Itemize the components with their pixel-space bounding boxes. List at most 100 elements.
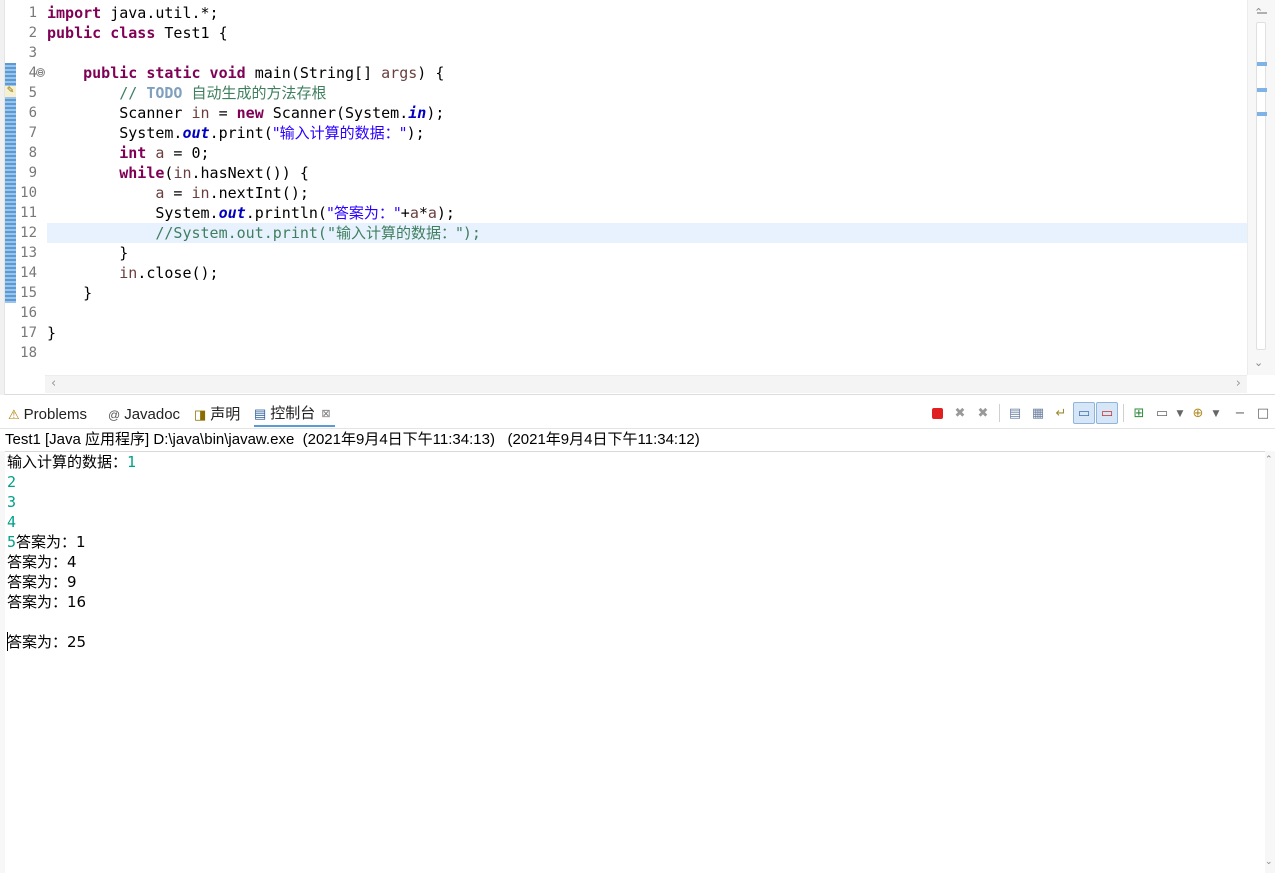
code-token: new bbox=[236, 104, 264, 122]
console-text[interactable]: 输入计算的数据：1 2 3 4 5答案为：1 答案为：4 答案为：9 答案为：16 答案为：25 bbox=[7, 452, 136, 652]
overview-marker[interactable] bbox=[1257, 12, 1267, 14]
code-token: = bbox=[209, 104, 237, 122]
code-token: * bbox=[418, 204, 428, 222]
show-on-stderr-icon[interactable]: ▭ bbox=[1096, 402, 1118, 424]
clear-console-icon[interactable]: ▤ bbox=[1004, 402, 1026, 424]
console-line: 答案为：16 bbox=[7, 592, 136, 612]
tab-label: 声明 bbox=[210, 406, 241, 423]
code-token: Test1 { bbox=[155, 24, 228, 42]
tab-javadoc[interactable]: @ Javadoc bbox=[108, 403, 180, 427]
code-token: import bbox=[47, 4, 102, 22]
remove-all-terminated-icon[interactable]: ✖ bbox=[972, 402, 994, 424]
code-editor[interactable]: ✎ 1 2 3 4 5 6 7 8 9 10 11 12 13 14 15 16 17 18 ⊖ import j… bbox=[0, 0, 1275, 395]
code-token: 自动生成的方法存根 bbox=[191, 84, 327, 102]
code-line[interactable]: in.close(); bbox=[47, 263, 1247, 283]
terminate-icon[interactable] bbox=[926, 402, 948, 424]
code-line[interactable]: } bbox=[47, 243, 1247, 263]
scroll-left-icon[interactable]: ‹ bbox=[51, 376, 56, 391]
code-token: // bbox=[47, 84, 147, 102]
line-number: 17 bbox=[20, 325, 37, 341]
code-line[interactable]: //System.out.print("输入计算的数据："); bbox=[47, 223, 1247, 243]
console-output[interactable]: 输入计算的数据：1 2 3 4 5答案为：1 答案为：4 答案为：9 答案为：16 答案为：25 bbox=[5, 451, 1265, 873]
code-token: ); bbox=[406, 124, 425, 142]
line-number: 12 bbox=[20, 225, 37, 241]
tab-declaration[interactable]: ◨ 声明 bbox=[194, 403, 240, 427]
console-line: 答案为：25 bbox=[7, 632, 136, 652]
code-text-area[interactable]: import java.util.*; public class Test1 { … bbox=[47, 3, 1247, 363]
console-vertical-scrollbar[interactable]: ⌃ ⌄ bbox=[1265, 451, 1275, 873]
code-token: 输入计算的数据：" bbox=[335, 224, 463, 242]
close-tab-icon[interactable]: ⊠ bbox=[321, 402, 330, 426]
maximize-view-icon[interactable]: □ bbox=[1252, 402, 1274, 424]
code-line[interactable]: System.out.println("答案为："+a*a); bbox=[47, 203, 1247, 223]
code-line[interactable]: } bbox=[47, 283, 1247, 303]
line-number: 9 bbox=[28, 165, 37, 181]
scroll-right-icon[interactable]: › bbox=[1236, 376, 1241, 391]
code-token: args bbox=[381, 64, 418, 82]
code-token: public class bbox=[47, 24, 156, 42]
code-token: = bbox=[164, 184, 192, 202]
tab-label: Problems bbox=[23, 406, 88, 423]
code-line[interactable]: a = in.nextInt(); bbox=[47, 183, 1247, 203]
line-number: 15 bbox=[20, 285, 37, 301]
display-console-dropdown-icon[interactable]: ▼ bbox=[1174, 402, 1186, 424]
pin-console-icon[interactable]: ⊞ bbox=[1128, 402, 1150, 424]
remove-launch-icon[interactable]: ✖ bbox=[949, 402, 971, 424]
line-number: 14 bbox=[20, 265, 37, 281]
line-number: 3 bbox=[28, 45, 37, 61]
code-token: out bbox=[218, 204, 246, 222]
code-token: .print( bbox=[209, 124, 273, 142]
tab-problems[interactable]: ⚠ Problems bbox=[8, 403, 87, 427]
code-token: main(String[] bbox=[245, 64, 382, 82]
code-line[interactable]: // TODO 自动生成的方法存根 bbox=[47, 83, 1247, 103]
code-line[interactable]: public static void main(String[] args) { bbox=[47, 63, 1247, 83]
code-line[interactable]: int a = 0; bbox=[47, 143, 1247, 163]
show-on-stdout-icon[interactable]: ▭ bbox=[1073, 402, 1095, 424]
code-line[interactable]: Scanner in = new Scanner(System.in); bbox=[47, 103, 1247, 123]
code-line[interactable]: public class Test1 { bbox=[47, 23, 1247, 43]
word-wrap-icon[interactable]: ↵ bbox=[1050, 402, 1072, 424]
editor-horizontal-scrollbar[interactable]: ‹ › bbox=[45, 375, 1247, 393]
scroll-lock-icon[interactable]: ▦ bbox=[1027, 402, 1049, 424]
code-token: a bbox=[427, 204, 437, 222]
line-number: 10 bbox=[20, 185, 37, 201]
display-console-icon[interactable]: ▭ bbox=[1151, 402, 1173, 424]
fold-toggle-icon[interactable]: ⊖ bbox=[36, 68, 45, 77]
code-token: ); bbox=[462, 224, 481, 242]
text-caret bbox=[7, 632, 8, 651]
code-token: in bbox=[191, 184, 210, 202]
code-token: System. bbox=[47, 124, 183, 142]
console-line: 5答案为：1 bbox=[7, 532, 136, 552]
minimize-view-icon[interactable]: − bbox=[1229, 402, 1251, 424]
code-line[interactable]: while(in.hasNext()) { bbox=[47, 163, 1247, 183]
code-line[interactable] bbox=[47, 303, 1247, 323]
console-input-text: 2 bbox=[7, 473, 17, 491]
task-marker-icon[interactable]: ✎ bbox=[5, 86, 16, 97]
open-console-icon[interactable]: ⊕ bbox=[1187, 402, 1209, 424]
scroll-down-icon[interactable]: ⌄ bbox=[1265, 857, 1273, 867]
overview-marker[interactable] bbox=[1257, 62, 1267, 66]
scroll-down-icon[interactable]: ⌄ bbox=[1254, 356, 1263, 369]
code-line[interactable]: import java.util.*; bbox=[47, 3, 1247, 23]
editor-vertical-scrollbar[interactable]: ⌃ ⌄ bbox=[1247, 0, 1275, 375]
overview-marker[interactable] bbox=[1257, 88, 1267, 92]
tab-console[interactable]: ▤ 控制台 ⊠ bbox=[254, 403, 335, 427]
line-number: 7 bbox=[28, 125, 37, 141]
code-token: while bbox=[119, 164, 165, 182]
code-line[interactable] bbox=[47, 343, 1247, 363]
code-line[interactable]: System.out.print("输入计算的数据："); bbox=[47, 123, 1247, 143]
overview-marker[interactable] bbox=[1257, 112, 1267, 116]
code-line[interactable] bbox=[47, 43, 1247, 63]
code-token: + bbox=[400, 204, 410, 222]
code-token: TODO bbox=[146, 84, 183, 102]
code-token: in bbox=[173, 164, 192, 182]
console-line: 答案为：9 bbox=[7, 572, 136, 592]
code-line[interactable]: } bbox=[47, 323, 1247, 343]
scroll-thumb[interactable] bbox=[1256, 22, 1266, 350]
open-console-dropdown-icon[interactable]: ▼ bbox=[1210, 402, 1222, 424]
scroll-up-icon[interactable]: ⌃ bbox=[1265, 455, 1273, 465]
code-token: } bbox=[47, 284, 93, 302]
